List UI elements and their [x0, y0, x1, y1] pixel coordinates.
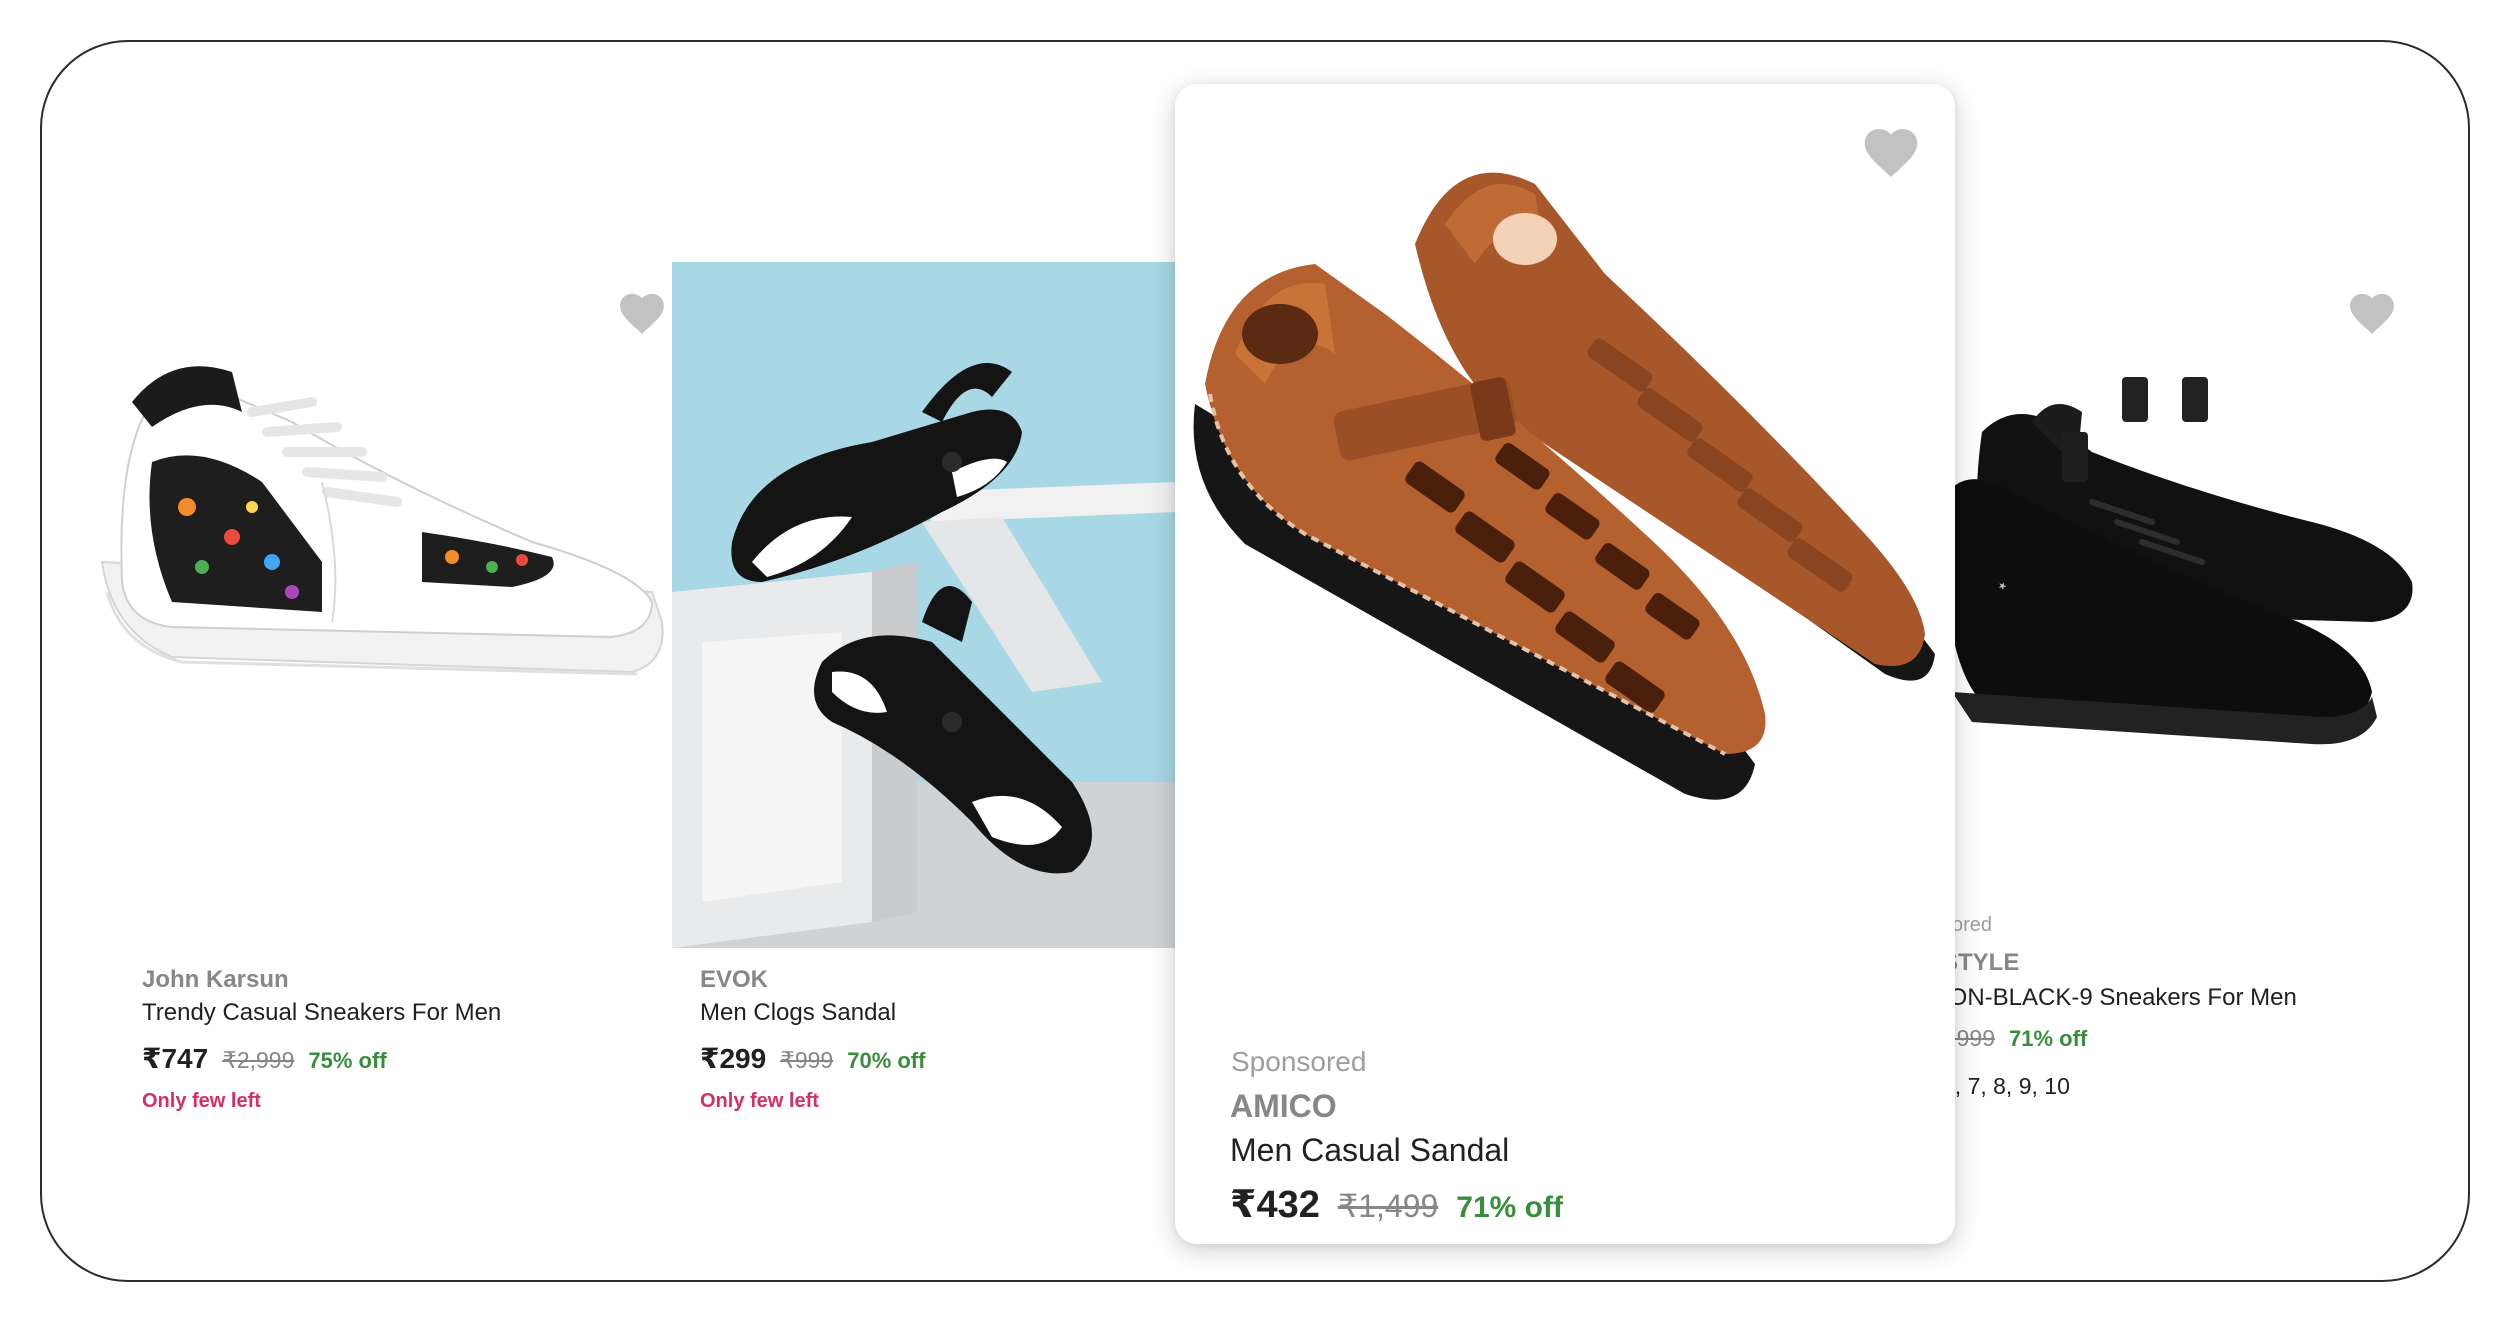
sponsored-label: Sponsored — [1231, 1046, 1367, 1077]
product-card-3[interactable]: Sponsored AMICO Men Casual Sandal ₹432 ₹… — [1175, 84, 1955, 1244]
selling-price: ₹299 — [700, 1043, 767, 1074]
product-image-black-sneakers[interactable]: ★ — [1942, 372, 2422, 792]
heart-icon[interactable] — [2347, 290, 2397, 336]
product-card-1[interactable]: John Karsun Trendy Casual Sneakers For M… — [82, 222, 682, 1142]
stock-status: Only few left — [700, 1090, 819, 1112]
heart-icon[interactable] — [617, 290, 667, 336]
product-brand: John Karsun — [142, 966, 289, 993]
product-title[interactable]: Trendy Casual Sneakers For Men — [142, 999, 501, 1027]
stock-status: Only few left — [142, 1090, 261, 1112]
product-brand: AMICO — [1230, 1088, 1337, 1124]
discount-badge: 75% off — [308, 1048, 387, 1073]
product-brand: EVOK — [700, 966, 769, 993]
product-title[interactable]: Men Clogs Sandal — [700, 999, 896, 1027]
product-image-sneaker[interactable] — [92, 332, 672, 732]
selling-price: ₹747 — [142, 1043, 209, 1074]
original-price: ₹999 — [780, 1047, 834, 1073]
selling-price: ₹432 — [1230, 1184, 1320, 1226]
product-title[interactable]: Men Casual Sandal — [1230, 1132, 1509, 1169]
product-image-clogs[interactable] — [672, 262, 1177, 948]
product-image-sandal[interactable] — [1185, 154, 1945, 894]
price-row: ₹747 ₹2,999 75% off — [142, 1042, 387, 1075]
original-price: ₹2,999 — [222, 1047, 295, 1073]
product-card-2[interactable]: EVOK Men Clogs Sandal ₹299 ₹999 70% off … — [672, 222, 1192, 1142]
product-carousel: John Karsun Trendy Casual Sneakers For M… — [40, 40, 2470, 1282]
discount-badge: 70% off — [847, 1048, 926, 1073]
discount-badge: 71% off — [1456, 1191, 1563, 1224]
product-title[interactable]: ION-BLACK-9 Sneakers For Men — [1942, 984, 2297, 1012]
product-card-4[interactable]: ★ sored STYLE ION-BLACK-9 Sneakers For M… — [1942, 222, 2468, 1142]
available-sizes: 6, 7, 8, 9, 10 — [1942, 1073, 2070, 1099]
original-price: ₹1,499 — [1337, 1188, 1439, 1224]
discount-badge: 71% off — [2009, 1026, 2088, 1051]
price-row: ₹432 ₹1,499 71% off — [1230, 1182, 1563, 1227]
price-row: ₹299 ₹999 70% off — [700, 1042, 925, 1075]
